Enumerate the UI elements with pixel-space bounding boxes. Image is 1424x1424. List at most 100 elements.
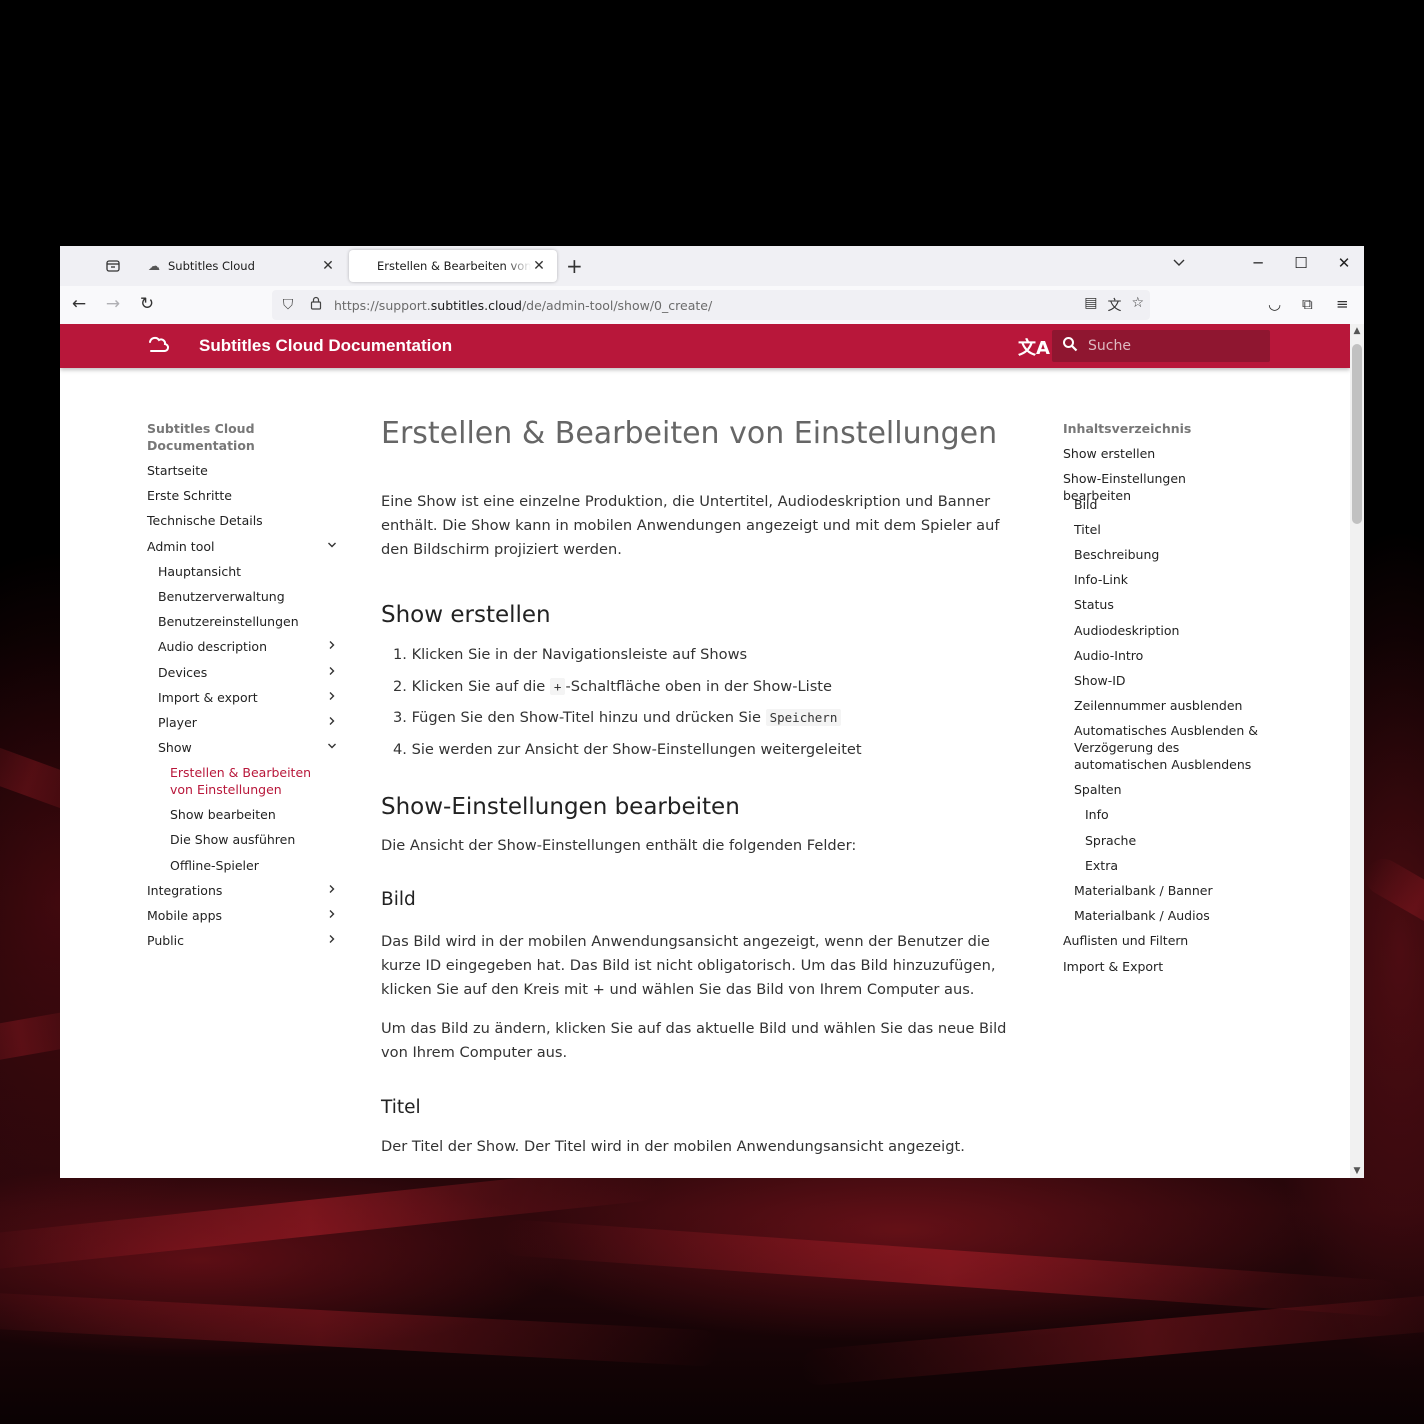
intro-paragraph: Eine Show ist eine einzelne Produktion, … <box>381 493 1000 558</box>
chevron-right-icon[interactable] <box>327 714 337 731</box>
forward-arrow-icon[interactable]: → <box>102 294 124 314</box>
tab-strip: ☁ Subtitles Cloud ✕ Erstellen & Bearbeit… <box>60 246 1364 286</box>
heading-show-einstellungen: Show-Einstellungen bearbeiten <box>381 794 740 821</box>
background-stripe <box>799 1289 1424 1387</box>
toc-item-label: Show erstellen <box>1063 446 1156 462</box>
sidebar-item[interactable]: Startseite <box>147 462 337 487</box>
menu-icon[interactable]: ≡ <box>1336 295 1349 313</box>
sidebar-item[interactable]: Player <box>147 714 337 739</box>
toc-item[interactable]: Beschreibung <box>1063 546 1273 571</box>
toc-item[interactable]: Extra <box>1063 857 1273 882</box>
scroll-down-icon[interactable]: ▼ <box>1350 1166 1364 1176</box>
navigation-bar: ← → ↻ ⛉ https://support.subtitles.cloud/… <box>60 286 1364 324</box>
back-arrow-icon[interactable]: ← <box>68 294 90 314</box>
sidebar-item[interactable]: Show bearbeiten <box>147 806 337 831</box>
toc-item[interactable]: Status <box>1063 596 1273 621</box>
toc-item-label: Status <box>1074 597 1114 613</box>
sidebar-item[interactable]: Show <box>147 739 337 764</box>
chevron-down-icon[interactable] <box>1172 256 1186 272</box>
chevron-right-icon[interactable] <box>327 638 337 655</box>
bookmark-star-icon[interactable]: ☆ <box>1131 295 1144 315</box>
sidebar-item[interactable]: Import & export <box>147 689 337 714</box>
toc-item[interactable]: Show-Einstellungen bearbeiten <box>1063 470 1273 503</box>
toc-item[interactable]: Zeilennummer ausblenden <box>1063 697 1273 722</box>
search-box[interactable] <box>1052 330 1270 362</box>
sidebar-item[interactable]: Hauptansicht <box>147 563 337 588</box>
sidebar-item[interactable]: Erste Schritte <box>147 487 337 512</box>
tab-subtitles-cloud[interactable]: ☁ Subtitles Cloud ✕ <box>138 250 346 282</box>
new-tab-icon[interactable]: + <box>566 254 583 278</box>
toc-item[interactable]: Import & Export <box>1063 958 1273 983</box>
sidebar-item[interactable]: Benutzerverwaltung <box>147 588 337 613</box>
edit-intro-paragraph: Die Ansicht der Show-Einstellungen enthä… <box>381 837 857 855</box>
heading-bild: Bild <box>381 889 416 911</box>
toc-item[interactable]: Info <box>1063 806 1273 831</box>
toc-item-label: Beschreibung <box>1074 546 1160 562</box>
reload-icon[interactable]: ↻ <box>136 294 158 314</box>
tab-overview-icon[interactable] <box>98 252 128 280</box>
toc-item[interactable]: Automatisches Ausblenden & Verzögerung d… <box>1063 722 1273 781</box>
minimize-icon[interactable]: ─ <box>1248 254 1268 272</box>
sidebar-item[interactable]: Public <box>147 932 337 957</box>
sidebar-item[interactable]: Audio description <box>147 638 337 663</box>
toc-item[interactable]: Show-ID <box>1063 672 1273 697</box>
maximize-icon[interactable]: ☐ <box>1291 254 1311 272</box>
shield-icon[interactable]: ⛉ <box>276 297 300 313</box>
toc-item[interactable]: Audiodeskription <box>1063 622 1273 647</box>
chevron-down-icon[interactable] <box>327 739 337 756</box>
chevron-down-icon[interactable] <box>327 538 337 555</box>
chevron-right-icon[interactable] <box>327 932 337 949</box>
background-stripe <box>499 1218 1401 1318</box>
toc-item[interactable]: Auflisten und Filtern <box>1063 932 1273 957</box>
sidebar-item[interactable]: Admin tool <box>147 538 337 563</box>
toc-item[interactable]: Spalten <box>1063 781 1273 806</box>
sidebar-item[interactable]: Devices <box>147 664 337 689</box>
sidebar-item[interactable]: Benutzereinstellungen <box>147 613 337 638</box>
tab-erstellen-bearbeiten[interactable]: Erstellen & Bearbeiten von Einstellungen… <box>349 250 557 282</box>
sidebar-item-label: Audio description <box>158 639 268 655</box>
chevron-right-icon[interactable] <box>327 664 337 681</box>
sidebar-item[interactable]: Offline-Spieler <box>147 857 337 882</box>
sidebar-item-label: Erste Schritte <box>147 488 232 504</box>
site-title[interactable]: Subtitles Cloud Documentation <box>199 336 452 356</box>
reader-view-icon[interactable]: ▤ <box>1084 295 1097 315</box>
sidebar-item[interactable]: Integrations <box>147 882 337 907</box>
toc-item[interactable]: Titel <box>1063 521 1273 546</box>
search-input[interactable] <box>1088 338 1258 354</box>
cloud-icon: ☁ <box>148 259 160 273</box>
nav-title[interactable]: Subtitles Cloud Documentation <box>147 420 337 454</box>
pocket-icon[interactable]: ◡ <box>1268 295 1281 313</box>
sidebar-item-label: Show bearbeiten <box>170 807 276 823</box>
translate-icon[interactable]: 文A <box>1018 334 1050 360</box>
toc-item[interactable]: Materialbank / Audios <box>1063 907 1273 932</box>
toc-item[interactable]: Sprache <box>1063 832 1273 857</box>
toc-item[interactable]: Audio-Intro <box>1063 647 1273 672</box>
chevron-right-icon[interactable] <box>327 689 337 706</box>
extensions-icon[interactable]: ⧉ <box>1302 295 1313 313</box>
sidebar-item-label: Show <box>158 740 192 756</box>
sidebar-item[interactable]: Technische Details <box>147 512 337 537</box>
sidebar-item[interactable]: Mobile apps <box>147 907 337 932</box>
chevron-right-icon[interactable] <box>327 882 337 899</box>
toc-item[interactable]: Info-Link <box>1063 571 1273 596</box>
sidebar-item-label: Startseite <box>147 463 208 478</box>
window-close-icon[interactable]: ✕ <box>1334 254 1354 272</box>
chevron-right-icon[interactable] <box>327 907 337 924</box>
list-item: 4. Sie werden zur Ansicht der Show-Einst… <box>393 741 862 759</box>
toc-item-label: Titel <box>1074 521 1101 537</box>
sidebar-item[interactable]: Erstellen & Bearbeiten von Einstellungen <box>147 764 337 806</box>
scroll-up-icon[interactable]: ▲ <box>1350 326 1364 336</box>
address-bar[interactable]: ⛉ https://support.subtitles.cloud/de/adm… <box>272 290 1150 320</box>
close-tab-icon[interactable]: ✕ <box>531 258 547 274</box>
toc-item[interactable]: Materialbank / Banner <box>1063 882 1273 907</box>
scrollbar-thumb[interactable] <box>1352 344 1362 524</box>
close-tab-icon[interactable]: ✕ <box>320 258 336 274</box>
cloud-logo-icon[interactable] <box>146 334 170 358</box>
lock-icon[interactable] <box>304 296 328 314</box>
tab-title: Subtitles Cloud <box>168 259 255 273</box>
steps-list: 1. Klicken Sie in der Navigationsleiste … <box>381 643 1026 762</box>
translate-page-icon[interactable]: 文 <box>1107 295 1121 315</box>
page-scrollbar[interactable]: ▲ ▼ <box>1350 324 1364 1178</box>
sidebar-item[interactable]: Die Show ausführen <box>147 831 337 856</box>
toc-item[interactable]: Show erstellen <box>1063 445 1273 470</box>
